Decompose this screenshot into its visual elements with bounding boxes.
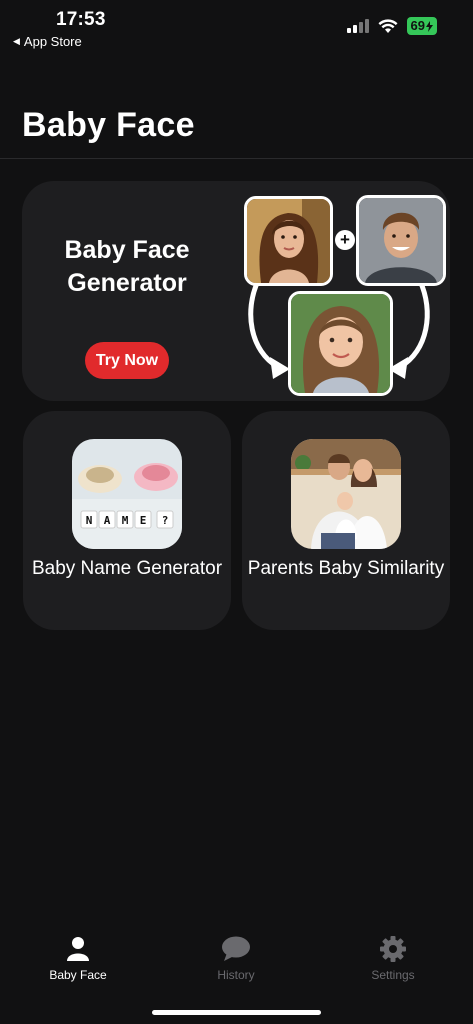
battery-percent: 69: [410, 18, 425, 33]
home-indicator[interactable]: [152, 1010, 321, 1015]
parents-baby-similarity-card[interactable]: Parents Baby Similarity: [242, 411, 450, 630]
back-to-app-store-link[interactable]: ◀ App Store: [13, 34, 82, 49]
tab-baby-face[interactable]: Baby Face: [18, 936, 138, 982]
baby-name-generator-label: Baby Name Generator: [31, 558, 223, 579]
name-block-letter: ?: [162, 514, 169, 527]
child-portrait-image: [288, 291, 393, 396]
try-now-button[interactable]: Try Now: [85, 342, 169, 379]
tab-history[interactable]: History: [176, 936, 296, 982]
woman-portrait-image: [244, 196, 333, 286]
name-block-letter: M: [122, 514, 129, 527]
chat-bubble-icon: [222, 936, 250, 961]
gear-icon: [380, 936, 406, 962]
parents-baby-similarity-label: Parents Baby Similarity: [247, 558, 445, 579]
status-bar: 17:53 ◀ App Store 69: [0, 0, 473, 56]
baby-name-thumbnail: N A M E ?: [72, 439, 182, 549]
page-title: Baby Face: [22, 106, 195, 144]
header-divider: [0, 158, 473, 159]
baby-face-generator-card[interactable]: Baby Face Generator Try Now +: [22, 181, 450, 401]
tab-label: Settings: [371, 968, 415, 982]
charging-bolt-icon: [426, 20, 433, 32]
back-triangle-icon: ◀: [13, 36, 20, 46]
back-app-label: App Store: [23, 34, 82, 49]
man-portrait-image: [356, 195, 446, 286]
name-block-letter: A: [104, 514, 111, 527]
wifi-icon: [378, 18, 398, 33]
status-time: 17:53: [56, 9, 106, 30]
baby-name-generator-card[interactable]: N A M E ? Baby Name Generator: [23, 411, 231, 630]
tab-settings[interactable]: Settings: [333, 936, 453, 982]
person-icon: [67, 937, 89, 961]
battery-charging-icon: 69: [406, 17, 437, 35]
name-block-letter: N: [86, 514, 93, 527]
family-photo-thumbnail: [291, 439, 401, 549]
system-icons: 69: [346, 17, 437, 35]
name-block-letter: E: [140, 514, 147, 527]
hero-title: Baby Face Generator: [64, 236, 190, 297]
tab-label: Baby Face: [49, 968, 107, 982]
plus-icon: +: [335, 230, 355, 250]
cellular-signal-icon: [346, 19, 369, 33]
tab-label: History: [217, 968, 255, 982]
